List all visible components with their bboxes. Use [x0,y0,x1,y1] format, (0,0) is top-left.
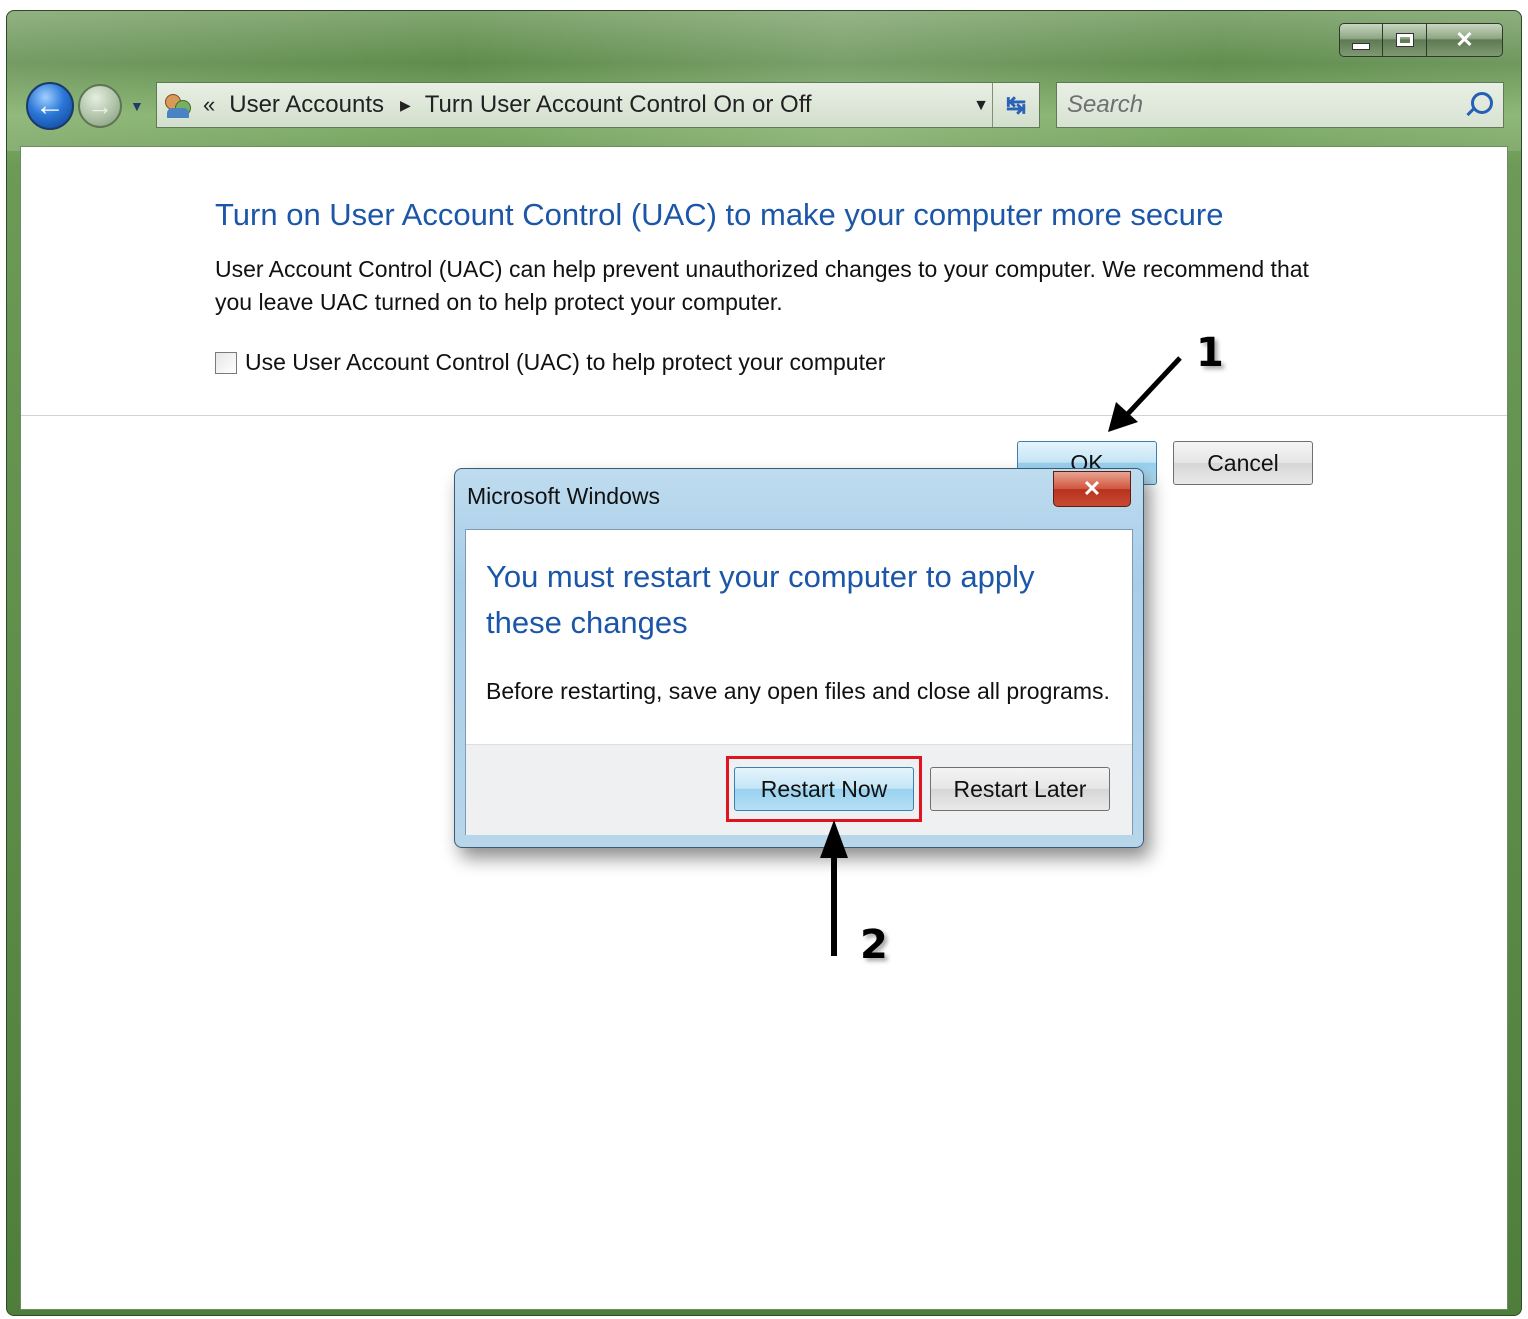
dialog-heading: You must restart your computer to apply … [486,559,1035,640]
page-description: User Account Control (UAC) can help prev… [215,256,1309,315]
close-icon: ✕ [1455,27,1474,52]
navigation-bar: ← → ▼ « User Accounts ▶ Turn User Accoun… [26,80,1506,132]
forward-arrow-icon: → [87,90,113,121]
search-box[interactable] [1056,82,1504,128]
dialog-message: Before restarting, save any open files a… [486,678,1110,704]
forward-button[interactable]: → [78,84,122,128]
annotation-step-2: 2 [860,922,888,968]
breadcrumb-user-accounts[interactable]: User Accounts [229,91,384,119]
dialog-close-button[interactable]: ✕ [1053,471,1131,507]
search-icon[interactable] [1471,92,1493,114]
breadcrumb-separator-icon[interactable]: ▶ [400,97,411,114]
user-accounts-icon [163,90,193,120]
refresh-button[interactable]: ↹ [992,83,1039,127]
address-dropdown-icon[interactable]: ▼ [973,97,989,115]
uac-checkbox-label[interactable]: Use User Account Control (UAC) to help p… [245,349,885,376]
maximize-icon [1395,33,1414,47]
minimize-button[interactable] [1339,23,1383,57]
minimize-icon [1352,42,1370,50]
back-button[interactable]: ← [26,82,74,130]
search-input[interactable] [1057,83,1457,127]
annotation-arrow-2 [820,820,848,956]
divider [21,415,1507,416]
cancel-button[interactable]: Cancel [1173,441,1313,485]
refresh-icon: ↹ [1005,91,1027,119]
breadcrumb-current-page[interactable]: Turn User Account Control On or Off [425,91,812,119]
address-bar[interactable]: « User Accounts ▶ Turn User Account Cont… [156,82,1040,128]
recent-pages-dropdown[interactable]: ▼ [130,98,144,114]
annotation-arrow-1 [1108,356,1182,432]
maximize-button[interactable] [1383,23,1427,57]
annotation-step-1: 1 [1196,330,1224,376]
page-title: Turn on User Account Control (UAC) to ma… [215,197,1224,232]
uac-option[interactable]: Use User Account Control (UAC) to help p… [215,349,885,376]
caption-buttons: ✕ [1339,23,1503,57]
close-button[interactable]: ✕ [1427,23,1503,57]
restart-now-highlight [726,756,922,822]
uac-checkbox[interactable] [215,351,237,374]
restart-later-button[interactable]: Restart Later [930,767,1110,811]
address-overflow-chevron[interactable]: « [203,92,215,118]
dialog-title: Microsoft Windows [467,483,660,509]
close-icon: ✕ [1082,476,1102,501]
back-arrow-icon: ← [35,89,65,122]
